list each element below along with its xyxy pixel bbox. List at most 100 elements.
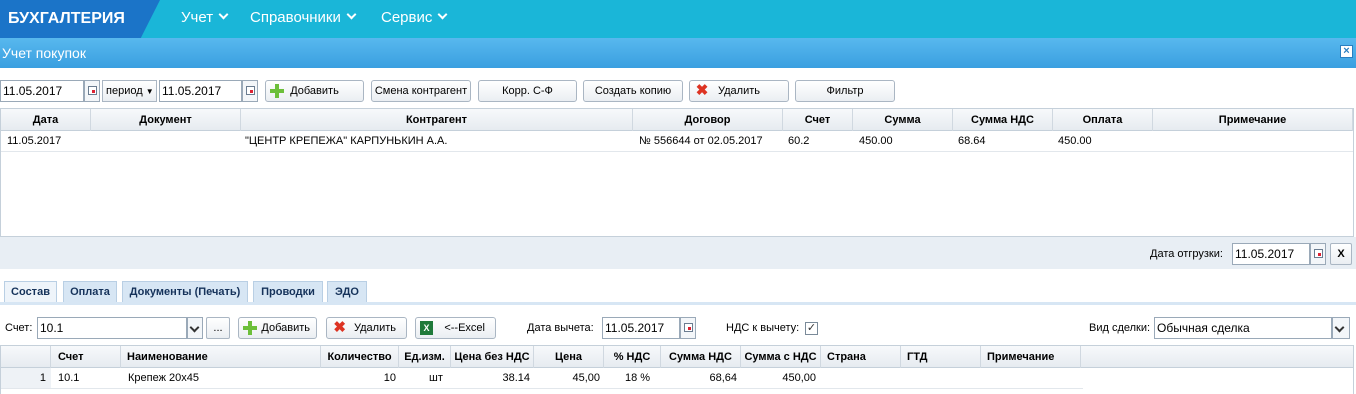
calendar-icon[interactable]	[1310, 243, 1326, 265]
deal-type-label: Вид сделки:	[1089, 322, 1151, 334]
cell-price-novat: 38.14	[502, 372, 530, 384]
col-unit[interactable]: Ед.изм.	[399, 346, 451, 368]
cell-name: Крепеж 20х45	[128, 372, 199, 384]
cell-unit: шт	[429, 372, 443, 384]
deal-type-select[interactable]: Обычная сделка	[1154, 317, 1332, 339]
change-counterparty-button[interactable]: Смена контрагент	[371, 80, 471, 102]
corr-invoice-button[interactable]: Корр. С-Ф	[478, 80, 577, 102]
chevron-down-icon	[218, 9, 229, 20]
deduct-date-input[interactable]: 11.05.2017	[602, 317, 680, 339]
cell-vat-sum: 68,64	[709, 372, 737, 384]
tab-documents-print[interactable]: Документы (Печать)	[122, 281, 248, 302]
account-select[interactable]: 10.1	[37, 317, 187, 339]
col-document[interactable]: Документ	[91, 109, 241, 131]
plus-icon	[270, 84, 284, 98]
cell-quantity: 10	[383, 372, 396, 384]
delete-item-label: Удалить	[354, 322, 396, 334]
table-row[interactable]: 1 10.1 Крепеж 20х45 10 шт 38.14 45,00 18…	[1, 368, 1083, 389]
col-price[interactable]: Цена	[534, 346, 604, 368]
col-note[interactable]: Примечание	[1153, 109, 1353, 131]
cell-payment: 450.00	[1058, 135, 1092, 147]
clear-shipment-button[interactable]: X	[1330, 243, 1352, 265]
chevron-down-icon	[346, 9, 357, 20]
tab-oplata[interactable]: Оплата	[63, 281, 117, 302]
col-vat-sum[interactable]: Сумма НДС	[953, 109, 1053, 131]
cell-account: 60.2	[788, 135, 810, 147]
purchases-grid: Дата Документ Контрагент Договор Счет Су…	[0, 108, 1354, 237]
menu-label: Справочники	[250, 9, 341, 26]
excel-icon: X	[420, 321, 433, 335]
tab-edo[interactable]: ЭДО	[327, 281, 367, 302]
items-grid: Счет Наименование Количество Ед.изм. Цен…	[0, 345, 1354, 394]
col-contract[interactable]: Договор	[633, 109, 783, 131]
account-dropdown-arrow-icon[interactable]	[187, 317, 203, 339]
menu-label: Сервис	[381, 9, 433, 26]
shipment-date-label: Дата отгрузки:	[1150, 248, 1223, 260]
cell-sum: 450.00	[859, 135, 893, 147]
col-country[interactable]: Страна	[821, 346, 901, 368]
menu-spravochniki[interactable]: Справочники	[250, 0, 357, 38]
add-button[interactable]: Добавить	[265, 80, 364, 102]
calendar-icon[interactable]	[242, 80, 258, 102]
menu-uchet[interactable]: Учет	[181, 0, 229, 38]
cell-price: 45,00	[572, 372, 600, 384]
app-brand: БУХГАЛТЕРИЯ	[0, 0, 160, 38]
col-gtd[interactable]: ГТД	[901, 346, 981, 368]
cell-row-number: 1	[1, 368, 51, 388]
tab-sostav[interactable]: Состав	[4, 281, 57, 302]
deal-type-dropdown-arrow-icon[interactable]	[1332, 317, 1350, 339]
add-item-button[interactable]: Добавить	[238, 317, 317, 339]
filter-button[interactable]: Фильтр	[795, 80, 895, 102]
create-copy-button[interactable]: Создать копию	[583, 80, 683, 102]
vat-deduct-checkbox[interactable]: ✓	[805, 322, 818, 335]
cell-counterparty: "ЦЕНТР КРЕПЕЖА" КАРПУНЬКИН А.А.	[245, 135, 448, 147]
close-window-button[interactable]: ×	[1340, 45, 1353, 58]
col-vat-percent[interactable]: % НДС	[604, 346, 661, 368]
account-browse-button[interactable]: ...	[206, 317, 230, 339]
period-label: период	[106, 85, 143, 97]
col-note[interactable]: Примечание	[981, 346, 1081, 368]
import-excel-label: <--Excel	[444, 322, 485, 334]
date-from-input[interactable]: 11.05.2017	[0, 80, 84, 102]
col-account[interactable]: Счет	[783, 109, 853, 131]
col-date[interactable]: Дата	[1, 109, 91, 131]
import-excel-button[interactable]: X <--Excel	[415, 317, 496, 339]
delete-x-icon: ✖	[695, 82, 709, 99]
vat-deduct-label: НДС к вычету:	[726, 322, 800, 334]
col-name[interactable]: Наименование	[121, 346, 321, 368]
tab-provodki[interactable]: Проводки	[253, 281, 323, 302]
window-title: Учет покупок	[0, 38, 1356, 68]
delete-item-button[interactable]: ✖ Удалить	[326, 317, 407, 339]
dropdown-arrow-icon: ▼	[145, 87, 154, 96]
col-account[interactable]: Счет	[51, 346, 121, 368]
col-vat-sum[interactable]: Сумма НДС	[661, 346, 741, 368]
menu-servis[interactable]: Сервис	[381, 0, 448, 38]
shipment-date-input[interactable]: 11.05.2017	[1232, 243, 1310, 265]
cell-total: 450,00	[782, 372, 816, 384]
delete-x-icon: ✖	[333, 319, 346, 336]
deduct-date-label: Дата вычета:	[527, 322, 594, 334]
calendar-icon[interactable]	[84, 80, 100, 102]
cell-date: 11.05.2017	[7, 135, 62, 147]
table-row[interactable]: 11.05.2017 "ЦЕНТР КРЕПЕЖА" КАРПУНЬКИН А.…	[1, 131, 1353, 152]
delete-button[interactable]: ✖ Удалить	[689, 80, 789, 102]
col-sum[interactable]: Сумма	[853, 109, 953, 131]
cell-contract: № 556644 от 02.05.2017	[639, 135, 763, 147]
col-payment[interactable]: Оплата	[1053, 109, 1153, 131]
date-to-input[interactable]: 11.05.2017	[159, 80, 242, 102]
grid-header: Дата Документ Контрагент Договор Счет Су…	[1, 109, 1353, 131]
col-row-number	[1, 346, 51, 368]
cell-account: 10.1	[58, 372, 80, 384]
top-navbar: БУХГАЛТЕРИЯ Учет Справочники Сервис	[0, 0, 1356, 38]
add-item-label: Добавить	[261, 322, 310, 334]
add-button-label: Добавить	[290, 85, 339, 97]
delete-button-label: Удалить	[718, 85, 760, 97]
calendar-icon[interactable]	[680, 317, 696, 339]
col-total[interactable]: Сумма с НДС	[741, 346, 821, 368]
cell-vat: 68.64	[958, 135, 986, 147]
col-counterparty[interactable]: Контрагент	[241, 109, 633, 131]
period-dropdown[interactable]: период ▼	[102, 80, 157, 102]
col-price-novat[interactable]: Цена без НДС	[451, 346, 534, 368]
col-quantity[interactable]: Количество	[321, 346, 399, 368]
plus-icon	[243, 321, 257, 335]
